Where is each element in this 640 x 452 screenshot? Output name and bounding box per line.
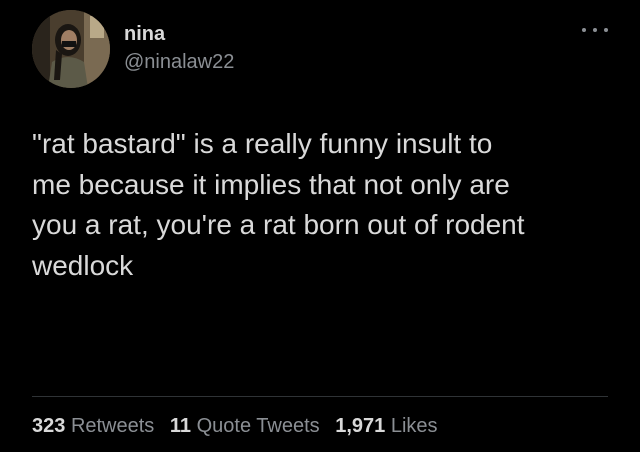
retweets-label: Retweets bbox=[70, 415, 155, 437]
retweets-stat[interactable]: 323 Retweets bbox=[32, 414, 154, 438]
display-name[interactable]: nina bbox=[124, 22, 234, 46]
dot bbox=[593, 28, 597, 32]
avatar[interactable] bbox=[32, 10, 110, 88]
user-handle[interactable]: @ninalaw22 bbox=[124, 50, 234, 74]
quote-tweets-label: Quote Tweets bbox=[196, 415, 320, 437]
retweets-count: 323 bbox=[32, 415, 66, 437]
tweet-text: "rat bastard" is a really funny insult t… bbox=[32, 128, 525, 281]
tweet-stats: 323 Retweets 11 Quote Tweets 1,971 Likes bbox=[32, 414, 448, 438]
likes-count: 1,971 bbox=[335, 415, 386, 437]
quote-tweets-stat[interactable]: 11 Quote Tweets bbox=[170, 414, 320, 438]
tweet-header: nina @ninalaw22 bbox=[32, 10, 608, 90]
avatar-image bbox=[32, 10, 110, 88]
divider bbox=[32, 396, 608, 397]
likes-stat[interactable]: 1,971 Likes bbox=[335, 414, 437, 438]
tweet-card: nina @ninalaw22 "rat bastard" is a reall… bbox=[0, 0, 640, 452]
likes-label: Likes bbox=[390, 415, 438, 437]
more-dots-icon[interactable] bbox=[582, 24, 608, 36]
dot bbox=[582, 28, 586, 32]
author-names: nina @ninalaw22 bbox=[124, 22, 234, 74]
dot bbox=[604, 28, 608, 32]
quote-tweets-count: 11 bbox=[169, 415, 192, 437]
